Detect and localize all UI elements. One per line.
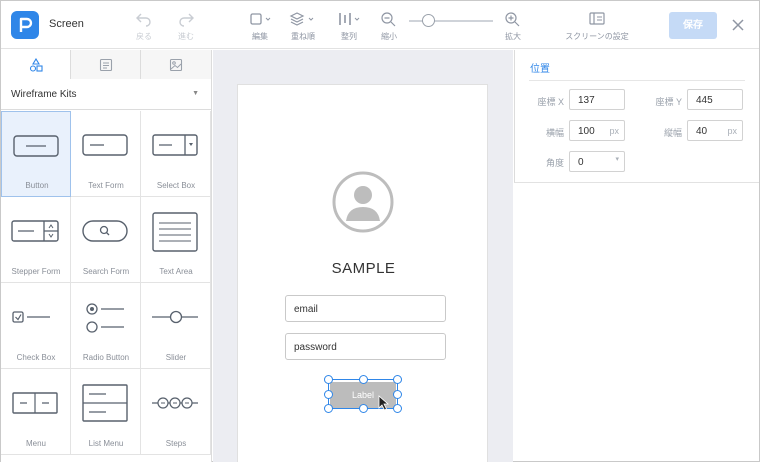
component-button[interactable]: Button — [1, 111, 71, 197]
panel-tabs — [1, 50, 211, 79]
document-icon — [99, 58, 113, 72]
component-stepper-form[interactable]: Stepper Form — [1, 197, 71, 283]
y-label: 座標 Y — [655, 97, 682, 107]
sample-heading[interactable]: SAMPLE — [238, 260, 489, 277]
width-label: 横幅 — [545, 128, 564, 138]
tab-components[interactable] — [1, 50, 71, 79]
resize-handle-top-right[interactable] — [393, 375, 402, 384]
resize-handle-top[interactable] — [359, 375, 368, 384]
save-button[interactable]: 保存 — [669, 12, 717, 39]
mouse-pointer-icon — [378, 395, 390, 416]
x-input[interactable]: 137 — [569, 89, 625, 110]
layer-order-button[interactable]: 重ね順 — [288, 11, 318, 43]
steps-component-icon — [152, 397, 198, 409]
close-icon[interactable] — [729, 16, 747, 34]
button-component-icon — [13, 135, 59, 157]
component-list-menu[interactable]: List Menu — [71, 369, 141, 455]
list-menu-component-icon — [82, 384, 128, 422]
checkbox-component-icon — [12, 311, 50, 323]
resize-handle-top-left[interactable] — [324, 375, 333, 384]
height-unit: px — [727, 126, 737, 136]
component-radio-button[interactable]: Radio Button — [71, 283, 141, 369]
image-icon — [169, 58, 183, 72]
position-section-title: 位置 — [530, 64, 550, 75]
zoom-slider-handle[interactable] — [422, 14, 435, 27]
angle-label: 角度 — [545, 158, 564, 168]
zoom-in-icon — [503, 11, 523, 29]
screen-title: Screen — [49, 18, 84, 30]
tab-images[interactable] — [141, 50, 211, 79]
undo-icon — [133, 11, 155, 29]
edit-icon — [247, 11, 273, 29]
chevron-down-icon: ▼ — [192, 90, 199, 97]
component-search-form[interactable]: Search Form — [71, 197, 141, 283]
radio-component-icon — [86, 303, 124, 333]
component-check-box[interactable]: Check Box — [1, 283, 71, 369]
zoom-out-button[interactable]: 縮小 — [379, 11, 399, 43]
redo-icon — [175, 11, 197, 29]
y-input[interactable]: 445 — [687, 89, 743, 110]
screen-settings-button[interactable]: スクリーンの設定 — [561, 11, 633, 43]
width-unit: px — [609, 126, 619, 136]
component-text-form[interactable]: Text Form — [71, 111, 141, 197]
resize-handle-left[interactable] — [324, 390, 333, 399]
toolbar: Screen 戻る 進む 編集 重ね順 整列 縮小 拡大 スクリーンの設定 保存 — [1, 1, 759, 49]
undo-button[interactable]: 戻る — [133, 11, 155, 43]
chevron-down-icon[interactable]: ▾ — [615, 155, 619, 163]
screen-settings-icon — [561, 11, 633, 29]
width-input[interactable]: 100 px — [569, 120, 625, 141]
zoom-in-button[interactable]: 拡大 — [503, 11, 523, 43]
shapes-icon — [29, 58, 43, 72]
redo-button[interactable]: 進む — [175, 11, 197, 43]
email-field[interactable]: email — [285, 295, 446, 322]
tab-text[interactable] — [71, 50, 141, 79]
resize-handle-bottom[interactable] — [359, 404, 368, 413]
resize-handle-right[interactable] — [393, 390, 402, 399]
height-input[interactable]: 40 px — [687, 120, 743, 141]
component-steps[interactable]: Steps — [141, 369, 211, 455]
design-canvas[interactable]: SAMPLE email password Label — [213, 50, 513, 462]
screen-page[interactable]: SAMPLE email password Label — [237, 84, 488, 462]
height-label: 縦幅 — [663, 128, 682, 138]
x-label: 座標 X — [537, 97, 564, 107]
divider — [529, 80, 745, 81]
components-panel: Wireframe Kits ▼ Button Text Form Select… — [1, 50, 212, 462]
slider-component-icon — [152, 310, 198, 324]
text-area-component-icon — [152, 212, 198, 252]
layers-icon — [288, 11, 318, 29]
edit-button[interactable]: 編集 — [247, 11, 273, 43]
kit-select-dropdown[interactable]: Wireframe Kits ▼ — [1, 80, 211, 110]
stepper-component-icon — [11, 220, 59, 242]
search-form-component-icon — [82, 220, 128, 242]
select-box-component-icon — [152, 134, 198, 156]
align-button[interactable]: 整列 — [336, 11, 362, 43]
component-menu[interactable]: Menu — [1, 369, 71, 455]
zoom-out-icon — [379, 11, 399, 29]
text-form-component-icon — [82, 134, 128, 156]
angle-input[interactable]: 0 ▾ — [569, 151, 625, 172]
component-text-area[interactable]: Text Area — [141, 197, 211, 283]
properties-panel: 位置 座標 X 137 座標 Y 445 横幅 100 px 縦幅 40 px … — [514, 50, 759, 183]
avatar-icon[interactable] — [332, 171, 394, 238]
align-icon — [336, 11, 362, 29]
component-select-box[interactable]: Select Box — [141, 111, 211, 197]
menu-component-icon — [12, 392, 58, 414]
app-window: Screen 戻る 進む 編集 重ね順 整列 縮小 拡大 スクリーンの設定 保存… — [0, 0, 760, 462]
password-field[interactable]: password — [285, 333, 446, 360]
resize-handle-bottom-left[interactable] — [324, 404, 333, 413]
prott-logo-icon[interactable] — [11, 11, 39, 39]
component-slider[interactable]: Slider — [141, 283, 211, 369]
resize-handle-bottom-right[interactable] — [393, 404, 402, 413]
